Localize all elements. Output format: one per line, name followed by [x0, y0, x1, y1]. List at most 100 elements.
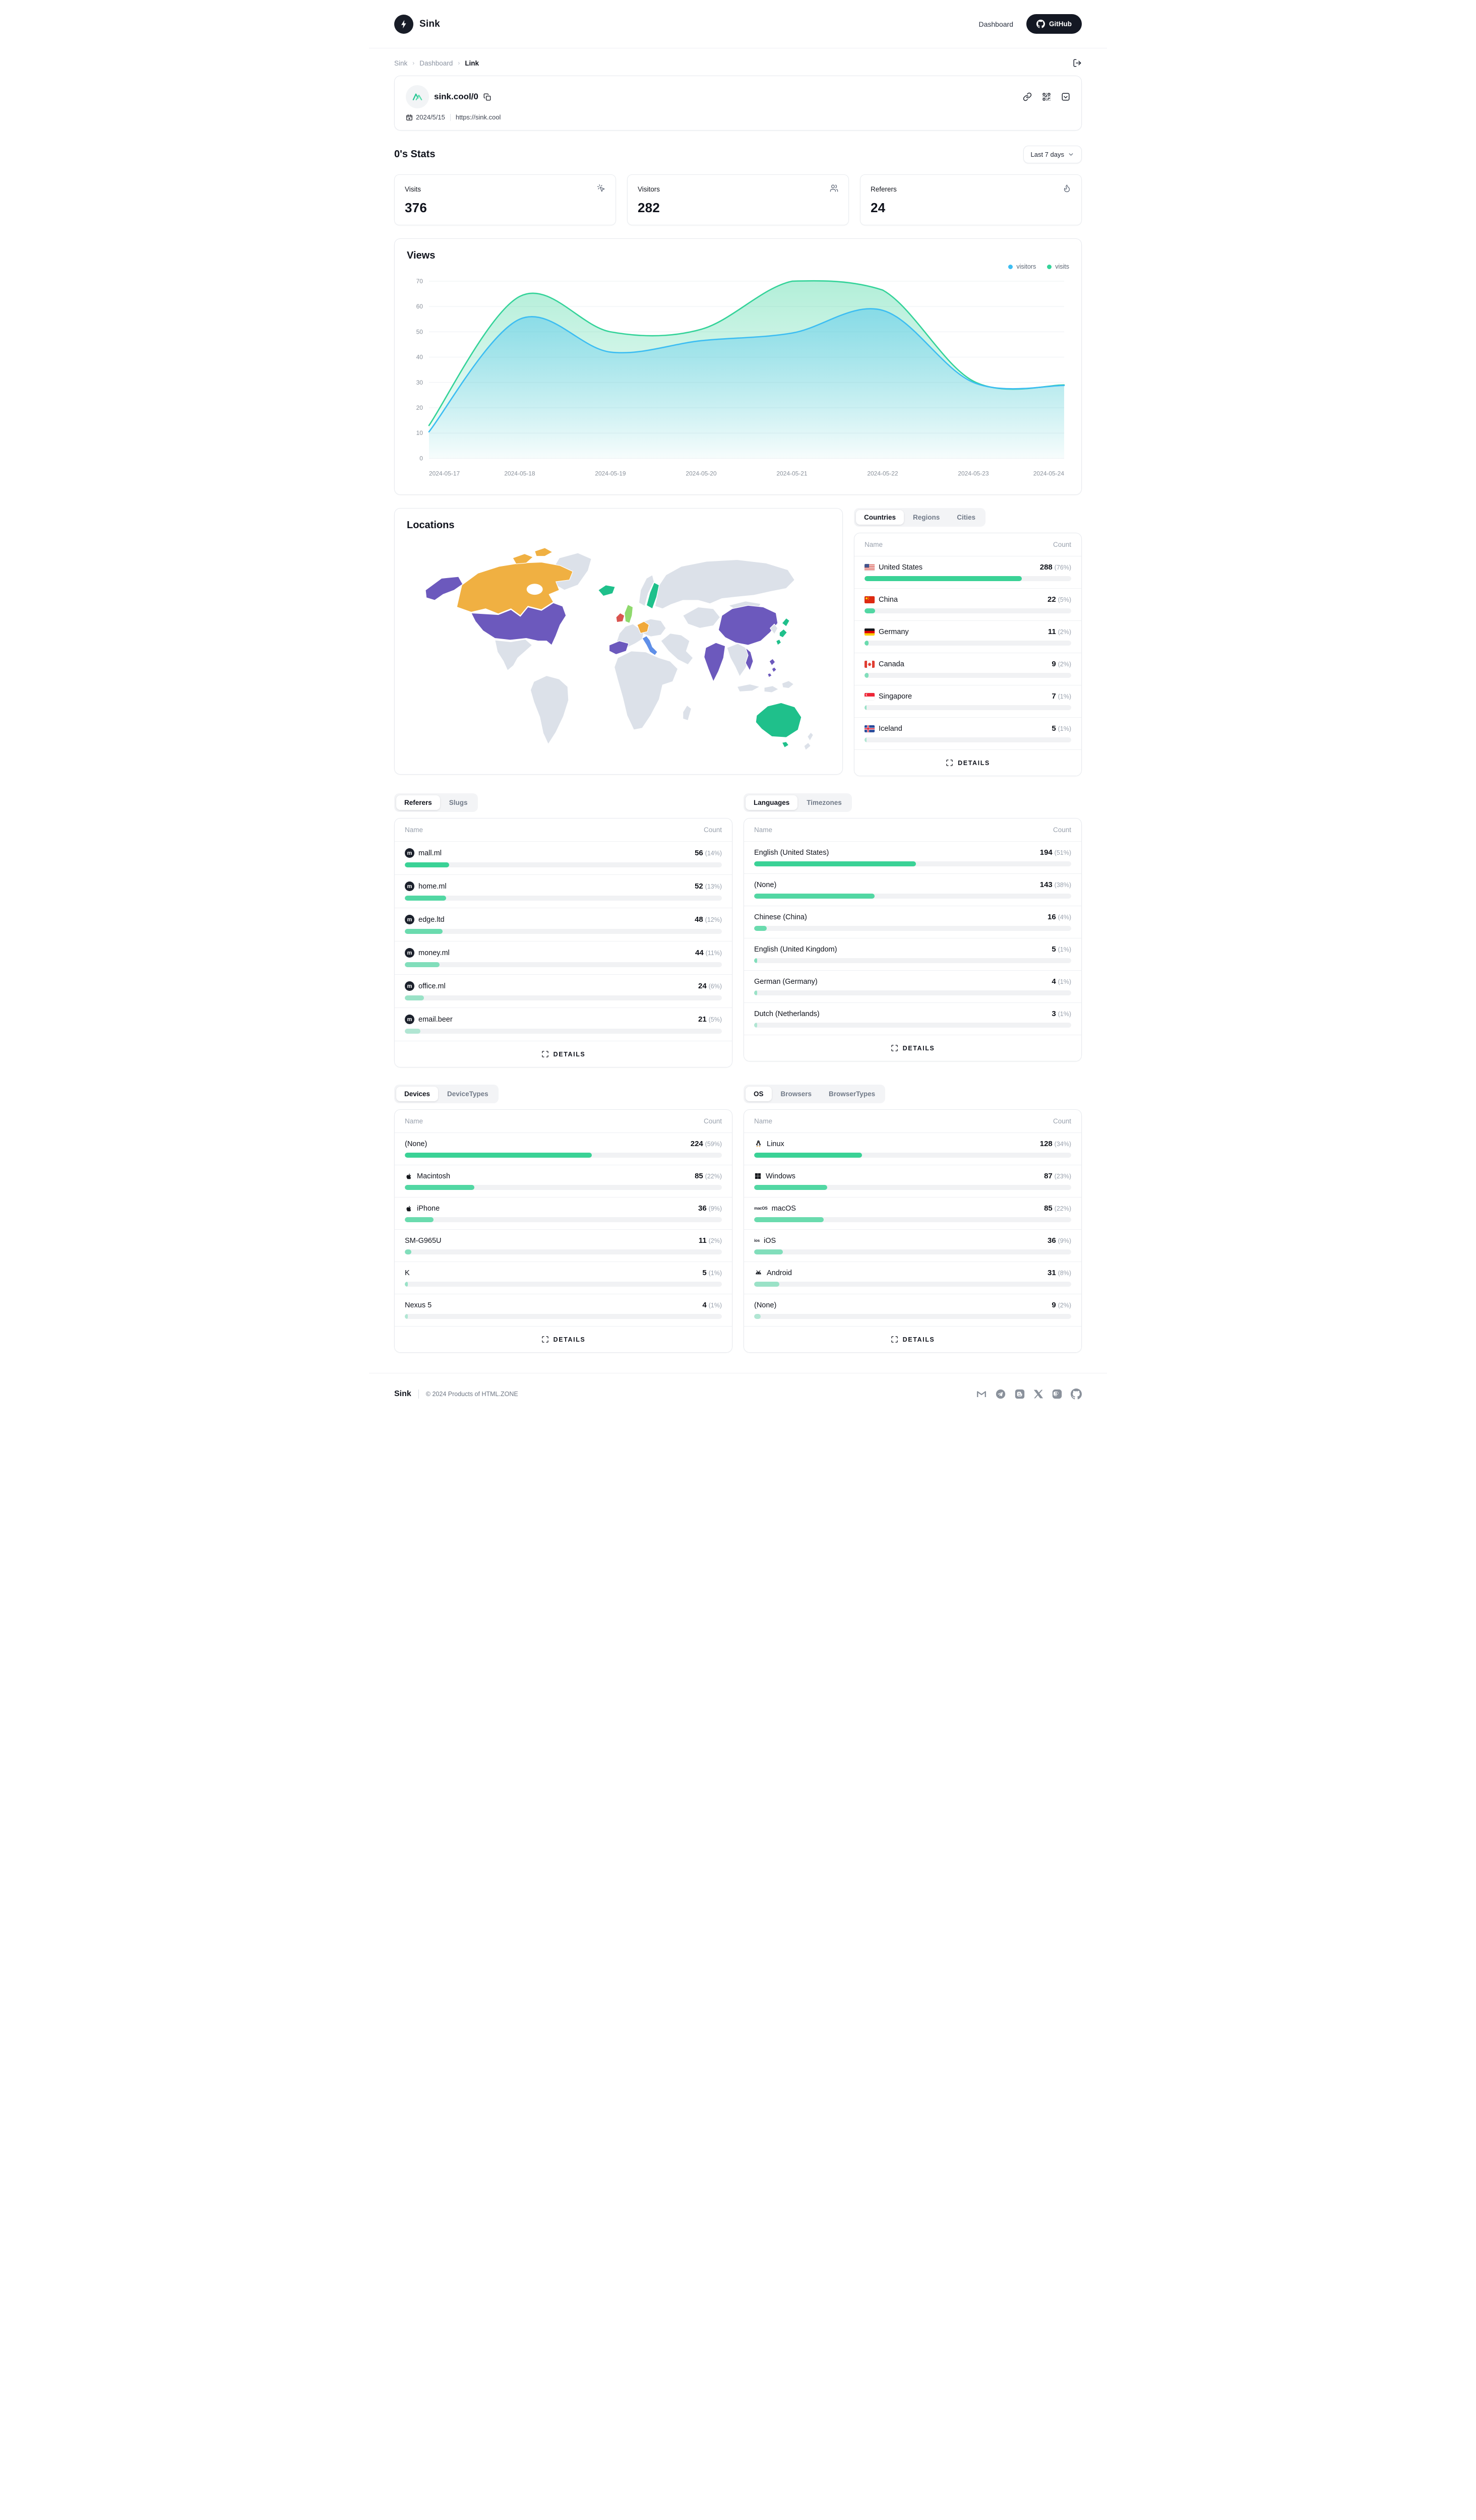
- row-name: SM-G965U: [405, 1237, 442, 1245]
- progress-bar: [754, 1282, 1071, 1287]
- row-count: 9 (2%): [1052, 1301, 1071, 1309]
- row-name: Windows: [766, 1172, 795, 1180]
- table-row: moffice.ml24 (6%): [395, 975, 732, 1008]
- row-name: United States: [879, 563, 922, 572]
- progress-bar: [405, 1185, 722, 1190]
- tab-regions[interactable]: Regions: [905, 510, 948, 525]
- x-icon[interactable]: [1033, 1389, 1043, 1399]
- row-name: (None): [754, 881, 776, 889]
- tab-os[interactable]: OS: [746, 1087, 772, 1101]
- table-row: memail.beer21 (5%): [395, 1008, 732, 1041]
- tab-referers[interactable]: Referers: [396, 795, 440, 810]
- row-count: 194 (51%): [1040, 848, 1071, 857]
- table-row: SM-G965U 11 (2%): [395, 1230, 732, 1262]
- referers-tabs: ReferersSlugs: [394, 793, 478, 812]
- apple-icon: [405, 1205, 413, 1213]
- details-button[interactable]: DETAILS: [395, 1041, 732, 1067]
- svg-text:0: 0: [419, 455, 423, 462]
- tab-browsertypes[interactable]: BrowserTypes: [821, 1087, 883, 1101]
- countries-tabs: CountriesRegionsCities: [854, 508, 986, 527]
- legend-visitors[interactable]: visitors: [1008, 263, 1036, 270]
- table-row: Canada9 (2%): [854, 653, 1081, 685]
- table-row: macOSmacOS85 (22%): [744, 1198, 1081, 1230]
- row-name: Dutch (Netherlands): [754, 1010, 820, 1018]
- copy-icon[interactable]: [483, 93, 491, 101]
- row-count: 5 (1%): [702, 1269, 722, 1277]
- row-name: money.ml: [418, 949, 450, 957]
- row-count: 11 (2%): [699, 1236, 722, 1245]
- tab-cities[interactable]: Cities: [949, 510, 983, 525]
- stat-label: Referers: [871, 185, 897, 193]
- world-map[interactable]: [407, 534, 830, 763]
- qr-code-icon[interactable]: [1042, 92, 1051, 101]
- chevron-down-icon: [1068, 151, 1074, 158]
- favicon-icon: m: [405, 981, 414, 991]
- chevron-right-icon: ›: [412, 59, 414, 67]
- row-name: Macintosh: [417, 1172, 450, 1180]
- row-name: (None): [754, 1301, 776, 1309]
- tab-browsers[interactable]: Browsers: [773, 1087, 820, 1101]
- legend-visits[interactable]: visits: [1047, 263, 1069, 270]
- row-count: 36 (9%): [698, 1204, 722, 1213]
- details-button[interactable]: DETAILS: [744, 1327, 1081, 1352]
- row-count: 3 (1%): [1052, 1010, 1071, 1018]
- logout-icon[interactable]: [1073, 58, 1082, 68]
- progress-bar: [754, 1023, 1071, 1028]
- details-button[interactable]: DETAILS: [744, 1035, 1081, 1061]
- tab-languages[interactable]: Languages: [746, 795, 797, 810]
- mastodon-icon[interactable]: [1052, 1389, 1063, 1400]
- stats-title: 0's Stats: [394, 149, 435, 160]
- svg-text:2024-05-18: 2024-05-18: [504, 470, 535, 477]
- more-actions-icon[interactable]: [1061, 92, 1070, 101]
- table-row: medge.ltd48 (12%): [395, 908, 732, 941]
- progress-bar: [754, 894, 1071, 899]
- legend-dot-icon: [1008, 265, 1013, 269]
- progress-bar: [754, 1314, 1071, 1319]
- progress-bar: [865, 705, 1071, 710]
- breadcrumb-sink[interactable]: Sink: [394, 59, 407, 67]
- brand-name: Sink: [419, 19, 440, 30]
- stat-card-visits: Visits 376: [394, 174, 616, 225]
- tab-devices[interactable]: Devices: [396, 1087, 438, 1101]
- row-name: Iceland: [879, 725, 902, 733]
- date-range-select[interactable]: Last 7 days: [1023, 146, 1082, 163]
- svg-text:70: 70: [416, 278, 423, 285]
- row-name: Nexus 5: [405, 1301, 432, 1309]
- tab-countries[interactable]: Countries: [856, 510, 904, 525]
- svg-text:2024-05-23: 2024-05-23: [958, 470, 989, 477]
- android-icon: [754, 1269, 763, 1277]
- gmail-icon[interactable]: [976, 1389, 987, 1400]
- link-icon[interactable]: [1023, 92, 1032, 101]
- row-name: Android: [767, 1269, 792, 1277]
- column-header-count: Count: [1053, 1117, 1071, 1125]
- tab-slugs[interactable]: Slugs: [441, 795, 476, 810]
- progress-bar: [865, 673, 1071, 678]
- tab-devicetypes[interactable]: DeviceTypes: [439, 1087, 497, 1101]
- table-row: Singapore7 (1%): [854, 685, 1081, 718]
- breadcrumb-dashboard[interactable]: Dashboard: [419, 59, 453, 67]
- stat-label: Visits: [405, 185, 421, 193]
- table-row: Germany11 (2%): [854, 621, 1081, 653]
- telegram-icon[interactable]: [995, 1389, 1006, 1400]
- nav-dashboard-link[interactable]: Dashboard: [979, 20, 1014, 28]
- row-name: Chinese (China): [754, 913, 807, 921]
- svg-text:10: 10: [416, 429, 423, 436]
- row-name: email.beer: [418, 1016, 453, 1024]
- github-button[interactable]: GitHub: [1026, 14, 1082, 34]
- progress-bar: [865, 576, 1071, 581]
- divider: [418, 1390, 419, 1399]
- progress-bar: [754, 1153, 1071, 1158]
- sink-logo-icon: [394, 15, 413, 34]
- referers-panel: ReferersSlugs NameCount mmall.ml56 (14%)…: [394, 793, 732, 1067]
- svg-text:30: 30: [416, 379, 423, 386]
- details-button[interactable]: DETAILS: [395, 1327, 732, 1352]
- github-icon[interactable]: [1071, 1389, 1082, 1400]
- details-button[interactable]: DETAILS: [854, 750, 1081, 776]
- tab-timezones[interactable]: Timezones: [798, 795, 850, 810]
- stat-value: 376: [405, 200, 605, 216]
- row-name: mall.ml: [418, 849, 442, 857]
- row-name: China: [879, 596, 898, 604]
- github-icon: [1036, 20, 1045, 28]
- blogger-icon[interactable]: [1014, 1389, 1025, 1400]
- windows-icon: [754, 1172, 762, 1180]
